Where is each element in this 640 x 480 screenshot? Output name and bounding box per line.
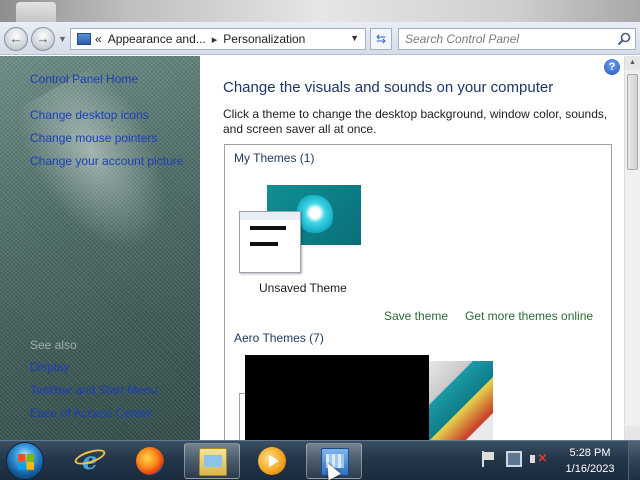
show-desktop-button[interactable] xyxy=(628,441,640,480)
aero-wallpaper-preview xyxy=(245,355,429,440)
unsaved-theme-thumbnail[interactable] xyxy=(239,185,361,275)
arrow-right-icon: → xyxy=(36,31,50,46)
control-panel-icon xyxy=(77,33,91,45)
taskbar-windows-explorer[interactable] xyxy=(184,443,240,479)
control-panel-home-link[interactable]: Control Panel Home xyxy=(30,72,138,86)
network-icon[interactable] xyxy=(506,451,522,467)
theme-window-preview xyxy=(239,211,301,273)
ease-of-access-link[interactable]: Ease of Access Center xyxy=(30,406,151,420)
themes-list[interactable]: My Themes (1) Unsaved Theme Save theme G… xyxy=(224,144,612,440)
taskbar-internet-explorer[interactable]: e xyxy=(62,443,118,479)
aero-theme-image xyxy=(429,361,493,440)
breadcrumb-item-appearance[interactable]: Appearance and... xyxy=(108,32,206,46)
change-mouse-pointers-link[interactable]: Change mouse pointers xyxy=(30,131,157,145)
get-more-themes-link[interactable]: Get more themes online xyxy=(465,309,593,323)
page-title: Change the visuals and sounds on your co… xyxy=(223,79,554,96)
aero-theme-thumbnail[interactable] xyxy=(239,355,495,440)
taskbar-start-menu-link[interactable]: Taskbar and Start Menu xyxy=(30,383,157,397)
back-button[interactable]: ← xyxy=(4,27,28,51)
flower-image xyxy=(297,195,333,235)
action-center-flag-icon[interactable] xyxy=(482,451,498,467)
taskbar: e 5:28 PM 1/16/2023 xyxy=(0,440,640,480)
unsaved-theme-label[interactable]: Unsaved Theme xyxy=(259,281,347,295)
scrollbar-thumb[interactable] xyxy=(627,74,638,170)
start-button[interactable] xyxy=(6,442,44,480)
change-account-picture-link[interactable]: Change your account picture xyxy=(30,154,183,168)
taskbar-firefox[interactable] xyxy=(122,443,178,479)
address-bar: ← → ▼ « Appearance and... ▸ Personalizat… xyxy=(0,22,640,55)
scroll-up-icon[interactable]: ▲ xyxy=(625,56,640,70)
breadcrumb-item-personalization[interactable]: Personalization xyxy=(223,32,305,46)
help-button[interactable]: ? xyxy=(604,59,620,75)
breadcrumb[interactable]: « Appearance and... ▸ Personalization ▼ xyxy=(70,28,366,50)
page-description: Click a theme to change the desktop back… xyxy=(223,107,608,136)
recycle-bin-icon xyxy=(16,2,56,22)
save-theme-link[interactable]: Save theme xyxy=(384,309,448,323)
arrow-left-icon: ← xyxy=(9,31,23,46)
address-dropdown-icon[interactable]: ▼ xyxy=(350,33,359,43)
recent-pages-dropdown[interactable]: ▼ xyxy=(58,34,67,44)
taskbar-media-player[interactable] xyxy=(244,443,300,479)
window-top-strip xyxy=(0,0,640,22)
scroll-down-button[interactable] xyxy=(625,426,640,440)
vertical-scrollbar[interactable]: ▲ xyxy=(624,56,640,440)
clock-date: 1/16/2023 xyxy=(565,463,615,475)
windows-logo-icon xyxy=(18,454,34,470)
change-desktop-icons-link[interactable]: Change desktop icons xyxy=(30,108,149,122)
display-link[interactable]: Display xyxy=(30,360,69,374)
search-input[interactable] xyxy=(399,29,609,49)
clock-time: 5:28 PM xyxy=(569,447,611,459)
search-icon[interactable] xyxy=(617,32,631,46)
refresh-button[interactable]: ⇆ xyxy=(370,28,392,50)
breadcrumb-overflow[interactable]: « xyxy=(95,32,102,46)
aero-themes-heading: Aero Themes (7) xyxy=(234,331,324,345)
my-themes-heading: My Themes (1) xyxy=(234,151,315,165)
media-player-icon xyxy=(258,447,286,475)
forward-button[interactable]: → xyxy=(31,27,55,51)
clock[interactable]: 5:28 PM 1/16/2023 xyxy=(556,445,624,477)
see-also-heading: See also xyxy=(30,338,77,352)
firefox-icon xyxy=(136,447,164,475)
task-pane: Control Panel Home Change desktop icons … xyxy=(0,56,200,440)
search-box[interactable] xyxy=(398,28,636,50)
main-content: Change the visuals and sounds on your co… xyxy=(200,56,624,440)
notification-area xyxy=(474,451,554,471)
folder-icon xyxy=(199,448,227,476)
volume-muted-icon[interactable] xyxy=(530,451,548,467)
refresh-icon: ⇆ xyxy=(375,32,387,46)
breadcrumb-separator-icon[interactable]: ▸ xyxy=(212,33,218,46)
